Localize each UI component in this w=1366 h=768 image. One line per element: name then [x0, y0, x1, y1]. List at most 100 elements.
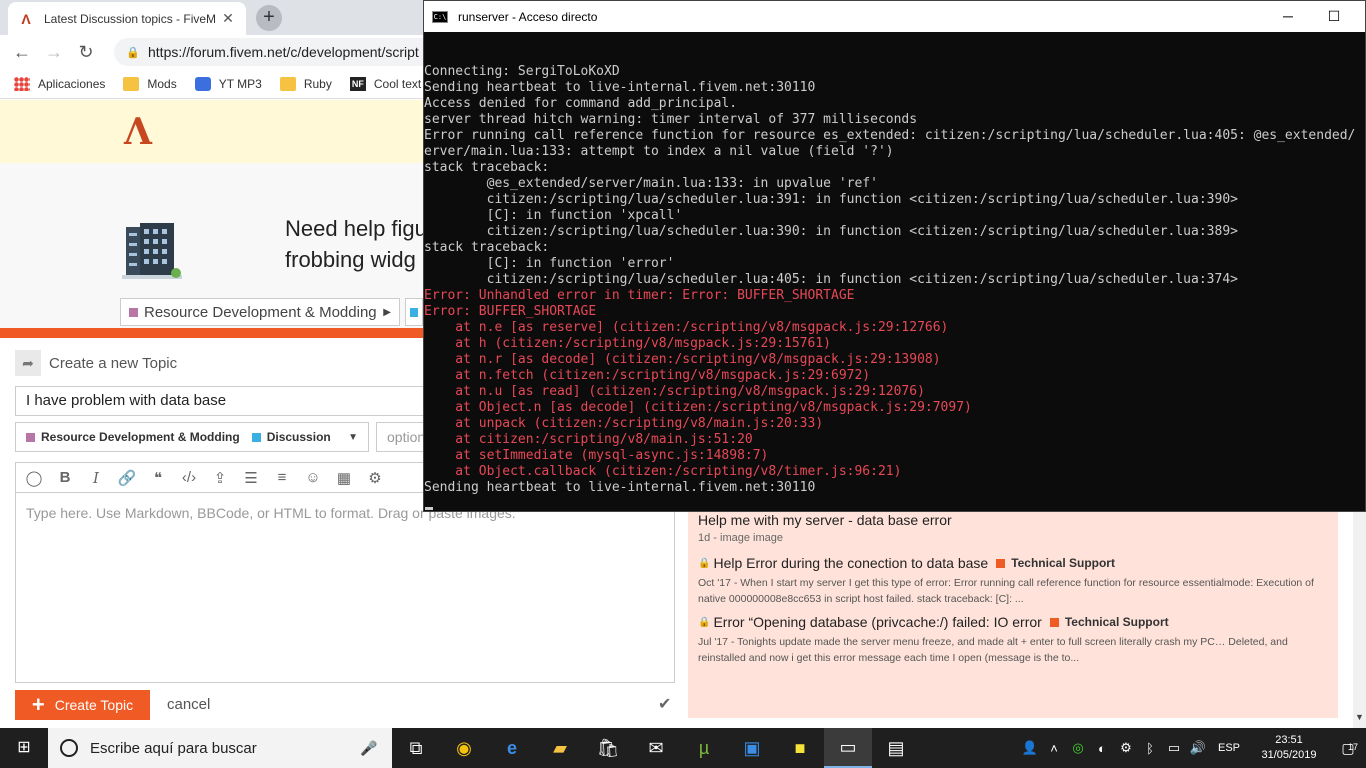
reload-button[interactable]: ↻ — [72, 38, 100, 66]
clock[interactable]: 23:51 31/05/2019 — [1248, 733, 1330, 763]
chevron-up-icon[interactable]: ˄ — [1042, 741, 1066, 756]
banner-text: Need help figu frobbing widg — [285, 213, 427, 275]
gear-icon[interactable]: ⚙ — [365, 469, 385, 487]
bluetooth-icon[interactable]: ᛒ — [1138, 741, 1162, 756]
people-icon[interactable]: 👤 — [1018, 740, 1042, 756]
quote-bubble-icon[interactable]: ◯ — [24, 469, 44, 487]
subcategory-color-swatch — [410, 307, 418, 317]
new-tab-button[interactable]: + — [256, 5, 282, 31]
forward-button[interactable]: → — [40, 38, 68, 66]
italic-icon[interactable]: I — [86, 469, 106, 487]
address-url: https://forum.fivem.net/c/development/sc… — [148, 44, 419, 60]
console-line: at h (citizen:/scripting/v8/msgpack.js:2… — [424, 336, 831, 351]
language-indicator[interactable]: ESP — [1218, 742, 1240, 754]
bold-icon[interactable]: B — [55, 469, 75, 486]
create-topic-label: Create Topic — [54, 697, 134, 713]
bookmark-ruby[interactable]: Ruby — [279, 76, 332, 91]
back-button[interactable]: ← — [8, 38, 36, 66]
code-icon[interactable]: ‹/› — [179, 469, 199, 486]
razer-icon[interactable]: ◎ — [1066, 740, 1090, 756]
chevron-down-icon: ▼ — [348, 431, 358, 443]
image-app-icon[interactable]: ▣ — [728, 728, 776, 768]
console-line: Connecting: SergiToLoKoXD — [424, 64, 620, 79]
console-line: erver/main.lua:133: attempt to index a n… — [424, 144, 894, 159]
breadcrumb-subcategory[interactable] — [405, 298, 423, 326]
command-prompt-icon[interactable]: ▭ — [824, 728, 872, 768]
console-line: at Object.callback (citizen:/scripting/v… — [424, 464, 902, 479]
task-view-icon[interactable]: ⧉ — [392, 728, 440, 768]
console-cursor — [425, 507, 433, 510]
similar-topic-title[interactable]: Help me with my server - data base error — [698, 512, 952, 528]
similar-topic-item-title: Error “Opening database (privcache:/) fa… — [713, 614, 1042, 630]
topic-title-input[interactable]: I have problem with data base — [15, 386, 435, 416]
console-line: Sending heartbeat to live-internal.fivem… — [424, 480, 816, 495]
chrome-icon[interactable]: ◉ — [440, 728, 488, 768]
lock-icon: 🔒 — [698, 557, 711, 569]
utorrent-icon[interactable]: µ — [680, 728, 728, 768]
console-line: server thread hitch warning: timer inter… — [424, 112, 918, 127]
category-select[interactable]: Resource Development & Modding Discussio… — [15, 422, 369, 452]
breadcrumb-category[interactable]: Resource Development & Modding ▶ — [120, 298, 400, 326]
nf-icon: NF — [349, 76, 366, 91]
desktop-app-icon[interactable]: ▤ — [872, 728, 920, 768]
windows-start-icon[interactable]: ⊞ — [0, 728, 48, 768]
store-icon[interactable]: 🛍 — [584, 728, 632, 768]
similar-topic-category[interactable]: Technical Support — [1049, 615, 1169, 629]
browser-tab[interactable]: Λ Latest Discussion topics - FiveM ✕ — [8, 2, 246, 35]
similar-topic-item[interactable]: 🔒 Help Error during the conection to dat… — [698, 555, 1328, 607]
bullet-list-icon[interactable]: ☰ — [241, 469, 261, 487]
console-line: Access denied for command add_principal. — [424, 96, 738, 111]
console-line: @es_extended/server/main.lua:133: in upv… — [424, 176, 878, 191]
bookmark-aplicaciones[interactable]: Aplicaciones — [14, 76, 106, 91]
scroll-down-arrow-icon[interactable]: ▼ — [1355, 712, 1364, 722]
mail-icon[interactable]: ✉ — [632, 728, 680, 768]
console-line: [C]: in function 'error' — [424, 256, 675, 271]
create-topic-button[interactable]: + Create Topic — [15, 690, 150, 720]
console-line: at citizen:/scripting/v8/main.js:51:20 — [424, 432, 753, 447]
upload-icon[interactable]: ⇪ — [210, 469, 230, 487]
clock-time: 23:51 — [1275, 734, 1303, 746]
similar-topic-category[interactable]: Technical Support — [996, 556, 1115, 570]
console-line: at n.r [as decode] (citizen:/scripting/v… — [424, 352, 941, 367]
chevron-right-icon: ▶ — [383, 306, 391, 318]
fivem-logo-icon[interactable]: Λ — [124, 114, 154, 150]
minimize-button[interactable]: ─ — [1265, 1, 1311, 32]
volume-icon[interactable]: 🔊 — [1186, 740, 1210, 756]
discord-icon[interactable]: ◐ — [1090, 741, 1114, 756]
edge-icon[interactable]: e — [488, 728, 536, 768]
lock-icon: 🔒 — [698, 616, 711, 628]
action-center-icon[interactable]: ▢ 17 — [1330, 740, 1366, 757]
bookmark-mods[interactable]: Mods — [123, 76, 177, 91]
similar-topic-excerpt: Oct '17 - When I start my server I get t… — [698, 577, 1314, 605]
file-explorer-icon[interactable]: ▰ — [536, 728, 584, 768]
taskbar-search[interactable]: Escribe aquí para buscar 🎤 — [48, 728, 392, 768]
tab-close-icon[interactable]: ✕ — [220, 10, 236, 27]
blockquote-icon[interactable]: ❝ — [148, 469, 168, 487]
microphone-icon[interactable]: 🎤 — [360, 740, 380, 757]
subcategory-select-label: Discussion — [266, 430, 331, 444]
console-line: citizen:/scripting/lua/scheduler.lua:391… — [424, 192, 1238, 207]
steam-icon[interactable]: ⚙ — [1114, 740, 1138, 756]
editor-textarea[interactable]: Type here. Use Markdown, BBCode, or HTML… — [15, 492, 675, 683]
page-scrollbar[interactable] — [1353, 500, 1366, 728]
cancel-link[interactable]: cancel — [167, 696, 210, 713]
category-label: Technical Support — [1064, 615, 1169, 629]
similar-topic-excerpt: Jul '17 - Tonights update made the serve… — [698, 636, 1288, 664]
console-window[interactable]: C:\ runserver - Acceso directo ─ ☐ Conne… — [423, 0, 1366, 512]
search-placeholder: Escribe aquí para buscar — [90, 739, 257, 757]
composer-header: ➦ Create a new Topic — [15, 350, 177, 376]
bookmark-label: Aplicaciones — [38, 76, 106, 91]
maximize-button[interactable]: ☐ — [1311, 1, 1357, 32]
link-icon[interactable]: 🔗 — [117, 469, 137, 487]
calendar-icon[interactable]: ▦ — [334, 469, 354, 487]
sticky-notes-icon[interactable]: ■ — [776, 728, 824, 768]
network-icon[interactable]: ▭ — [1162, 740, 1186, 756]
category-color-swatch — [129, 307, 138, 317]
similar-topic-item[interactable]: 🔒 Error “Opening database (privcache:/) … — [698, 614, 1328, 666]
console-line: at n.e [as reserve] (citizen:/scripting/… — [424, 320, 949, 335]
console-title-bar[interactable]: C:\ runserver - Acceso directo ─ ☐ — [424, 1, 1365, 32]
bookmark-yt-mp3[interactable]: YT MP3 — [194, 76, 262, 91]
emoji-icon[interactable]: ☺ — [303, 469, 323, 486]
category-label: Technical Support — [1011, 556, 1115, 570]
numbered-list-icon[interactable]: ≡ — [272, 469, 292, 486]
